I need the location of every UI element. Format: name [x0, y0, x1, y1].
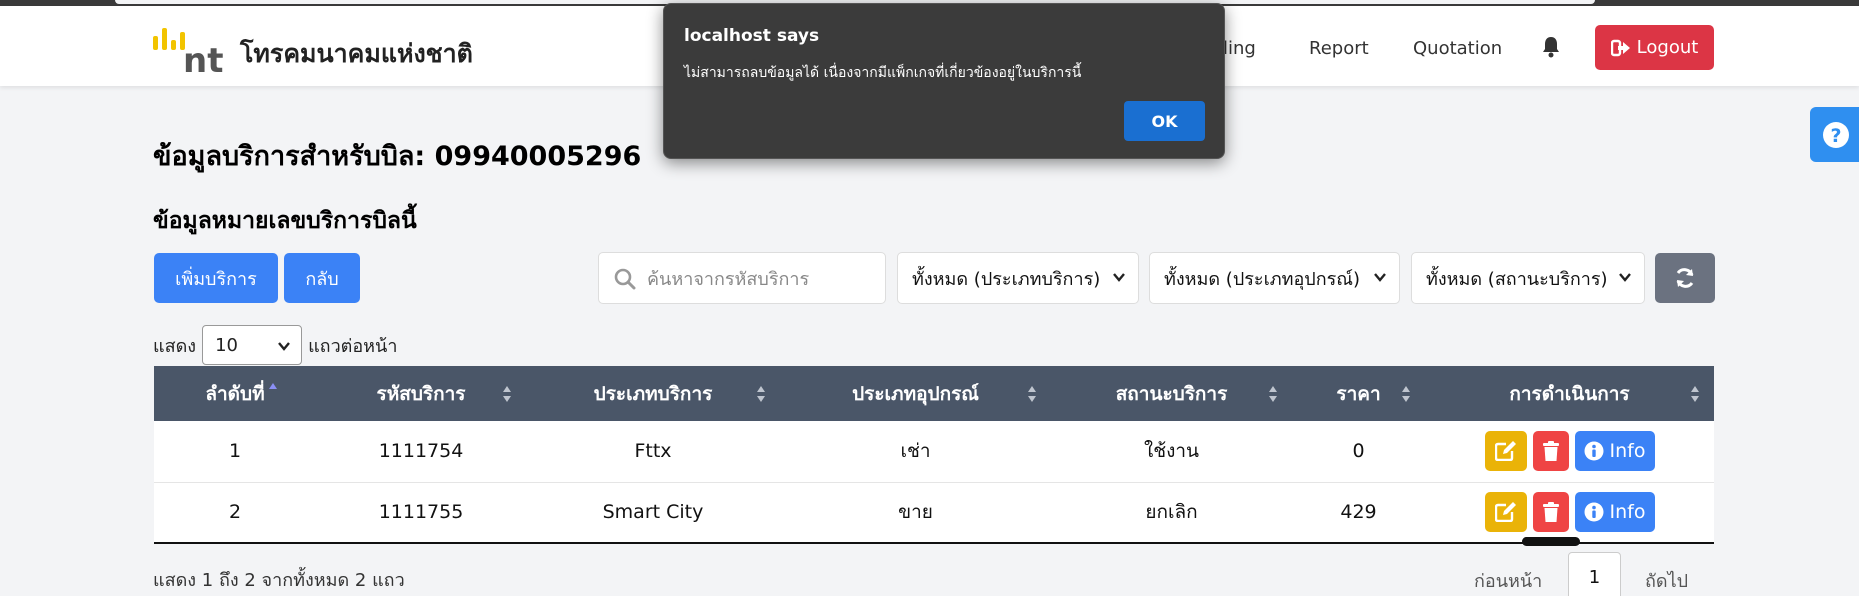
cell-actions: Info	[1425, 482, 1714, 544]
question-circle-icon: ?	[1823, 121, 1849, 148]
svg-text:?: ?	[1830, 125, 1841, 147]
table-row: 2 1111755 Smart City ขาย ยกเลิก 429 Info	[154, 482, 1714, 544]
column-header-label: ราคา	[1336, 382, 1381, 405]
edit-icon	[1494, 441, 1516, 462]
edit-button[interactable]	[1484, 431, 1527, 472]
page-length-select[interactable]: 10	[202, 325, 303, 365]
column-header-label: รหัสบริการ	[376, 382, 466, 405]
column-header-label: ประเภทบริการ	[593, 382, 713, 405]
alert-ok-button[interactable]: OK	[1124, 101, 1205, 141]
table-info: แสดง 1 ถึง 2 จากทั้งหมด 2 แถว	[153, 570, 405, 591]
status-filter[interactable]: ทั้งหมด (สถานะบริการ)	[1411, 252, 1645, 304]
cell-price: 429	[1292, 482, 1425, 544]
alert-message: ไม่สามารถลบข้อมูลได้ เนื่องจากมีแพ็กเกจท…	[684, 65, 1082, 81]
logout-icon	[1610, 39, 1630, 56]
pagination-next[interactable]: ถัดไป	[1645, 566, 1688, 595]
add-service-button[interactable]: เพิ่มบริการ	[154, 253, 278, 303]
info-circle-icon	[1584, 502, 1604, 522]
horizontal-scroll-indicator[interactable]	[1522, 537, 1580, 546]
cell-equipment-type: ขาย	[780, 482, 1051, 544]
info-label: Info	[1609, 440, 1646, 463]
logout-button[interactable]: Logout	[1595, 25, 1714, 70]
refresh-icon	[1676, 268, 1694, 288]
page-length-value: 10	[215, 334, 238, 356]
column-header-service-type[interactable]: ประเภทบริการ	[526, 366, 780, 421]
column-header-equipment-type[interactable]: ประเภทอุปกรณ์	[780, 366, 1051, 421]
nt-logo: nt	[153, 28, 223, 78]
nav-link-quotation[interactable]: Quotation	[1413, 38, 1502, 59]
edit-button[interactable]	[1484, 492, 1527, 533]
cell-actions: Info	[1425, 421, 1714, 483]
delete-button[interactable]	[1532, 431, 1569, 472]
sort-icon	[1269, 386, 1277, 402]
cell-service-id: 1111754	[316, 421, 526, 483]
column-header-actions[interactable]: การดำเนินการ	[1425, 366, 1714, 421]
service-type-filter-value: ทั้งหมด (ประเภทบริการ)	[912, 268, 1101, 290]
service-type-filter[interactable]: ทั้งหมด (ประเภทบริการ)	[897, 252, 1139, 304]
cell-no: 2	[154, 482, 316, 544]
pagination-previous[interactable]: ก่อนหน้า	[1474, 566, 1542, 595]
chevron-down-icon	[1619, 273, 1631, 282]
info-button[interactable]: Info	[1574, 431, 1655, 472]
alert-dialog: localhost says ไม่สามารถลบข้อมูลได้ เนื่…	[663, 3, 1225, 159]
trash-icon	[1542, 502, 1559, 523]
nav-link-report[interactable]: Report	[1309, 38, 1369, 59]
search-input[interactable]	[647, 265, 877, 293]
equipment-type-filter-value: ทั้งหมด (ประเภทอุปกรณ์)	[1164, 268, 1360, 290]
bell-icon[interactable]	[1541, 36, 1561, 58]
trash-icon	[1542, 441, 1559, 462]
delete-button[interactable]	[1532, 492, 1569, 533]
sort-icon	[757, 386, 765, 402]
chevron-down-icon	[278, 342, 290, 351]
page-length-suffix: แถวต่อหน้า	[308, 335, 398, 357]
equipment-type-filter[interactable]: ทั้งหมด (ประเภทอุปกรณ์)	[1149, 252, 1400, 304]
table-header-row: ลำดับที่ รหัสบริการ ประเภทบริการ ประเภทอ…	[154, 366, 1714, 421]
status-filter-value: ทั้งหมด (สถานะบริการ)	[1426, 268, 1608, 290]
refresh-button[interactable]	[1655, 253, 1715, 303]
search-box	[598, 252, 886, 304]
services-table: ลำดับที่ รหัสบริการ ประเภทบริการ ประเภทอ…	[154, 366, 1714, 544]
cell-price: 0	[1292, 421, 1425, 483]
info-button[interactable]: Info	[1574, 492, 1655, 533]
chevron-down-icon	[1113, 273, 1125, 282]
page-length-control: แสดง 10 แถวต่อหน้า	[153, 325, 397, 365]
sort-icon	[1028, 386, 1036, 402]
chevron-down-icon	[1374, 273, 1386, 282]
column-header-label: การดำเนินการ	[1509, 382, 1630, 405]
search-icon	[614, 268, 636, 290]
cell-service-type: Smart City	[526, 482, 780, 544]
info-circle-icon	[1584, 441, 1604, 461]
page-length-prefix: แสดง	[153, 335, 197, 357]
help-button[interactable]: ?	[1810, 107, 1859, 162]
page-title: ข้อมูลบริการสำหรับบิล: 09940005296	[153, 141, 642, 172]
cell-status: ใช้งาน	[1051, 421, 1292, 483]
column-header-label: ประเภทอุปกรณ์	[852, 382, 979, 405]
column-header-no[interactable]: ลำดับที่	[154, 366, 316, 421]
back-button[interactable]: กลับ	[284, 253, 360, 303]
cell-no: 1	[154, 421, 316, 483]
column-header-status[interactable]: สถานะบริการ	[1051, 366, 1292, 421]
edit-icon	[1494, 502, 1516, 523]
logo-text: nt	[183, 41, 223, 78]
brand-name: โทรคมนาคมแห่งชาติ	[240, 39, 473, 68]
cell-equipment-type: เช่า	[780, 421, 1051, 483]
column-header-label: ลำดับที่	[205, 382, 265, 405]
info-label: Info	[1609, 501, 1646, 524]
sort-icon	[1402, 386, 1410, 402]
cell-status: ยกเลิก	[1051, 482, 1292, 544]
section-title: ข้อมูลหมายเลขบริการบิลนี้	[153, 208, 417, 234]
sort-asc-icon	[269, 383, 277, 389]
cell-service-type: Fttx	[526, 421, 780, 483]
pagination-page-1[interactable]: 1	[1568, 552, 1621, 596]
sort-icon	[503, 386, 511, 402]
column-header-label: สถานะบริการ	[1115, 382, 1228, 405]
table-row: 1 1111754 Fttx เช่า ใช้งาน 0 Info	[154, 421, 1714, 483]
sort-icon	[1691, 386, 1699, 402]
column-header-service-id[interactable]: รหัสบริการ	[316, 366, 526, 421]
cell-service-id: 1111755	[316, 482, 526, 544]
logout-label: Logout	[1636, 37, 1699, 58]
column-header-price[interactable]: ราคา	[1292, 366, 1425, 421]
alert-title: localhost says	[684, 26, 820, 46]
